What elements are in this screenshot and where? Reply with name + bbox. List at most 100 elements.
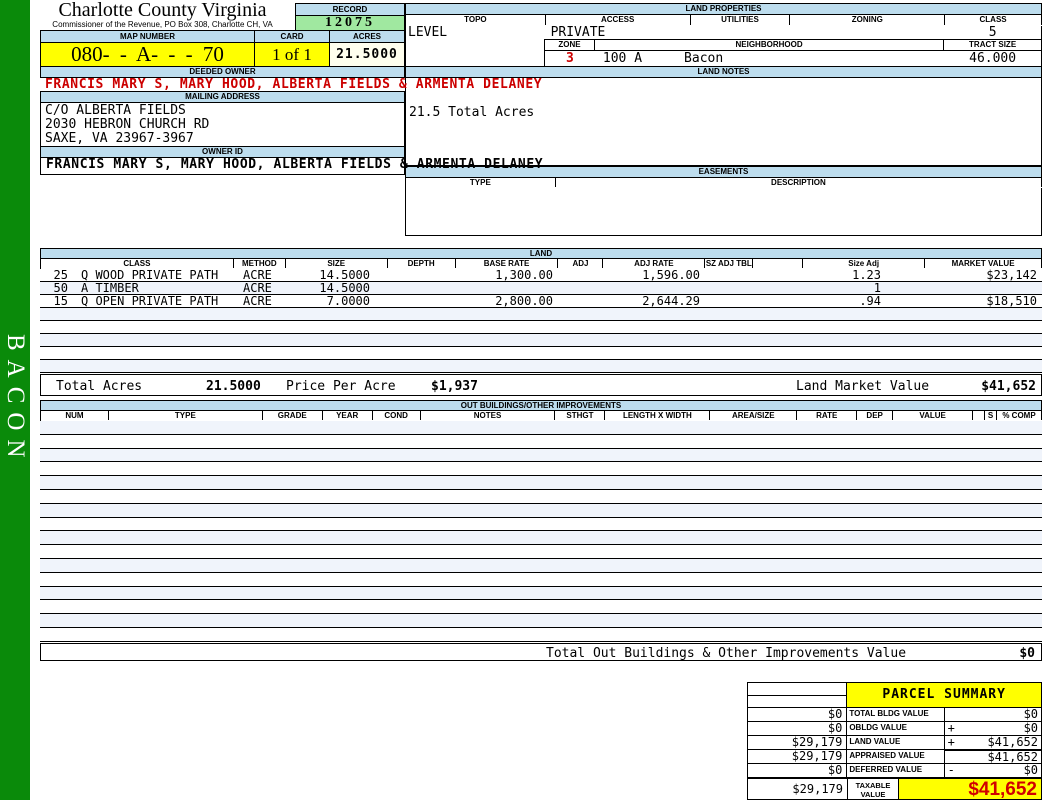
col-adj: ADJ (558, 258, 604, 268)
parcel-left-value: $29,179 (748, 736, 848, 749)
land-table: LAND CLASS METHOD SIZE DEPTH BASE RATE A… (40, 248, 1042, 396)
land-class: A TIMBER (81, 281, 139, 295)
land-market-value: $23,142 (986, 268, 1037, 282)
land-properties-headers: TOPO ACCESS UTILITIES ZONING CLASS (405, 14, 1042, 26)
land-note: 21.5 Total Acres (409, 105, 535, 120)
parcel-left-value: $0 (748, 764, 848, 777)
parcel-row-appraised: $29,179 APPRAISED VALUE $41,652 (748, 749, 1042, 764)
easements-headers: TYPE DESCRIPTION (405, 177, 1042, 188)
land-row-empty (40, 360, 1042, 373)
easement-type-label: TYPE (406, 177, 556, 187)
parcel-op: + (947, 735, 955, 749)
out-building-row-empty (40, 614, 1042, 628)
land-totals-row: Total Acres 21.5000 Price Per Acre $1,93… (40, 374, 1042, 396)
land-depth (387, 269, 455, 281)
map-number-value: 080- - A- - - 70 (40, 42, 255, 67)
out-building-row-empty (40, 421, 1042, 435)
out-building-row-empty (40, 586, 1042, 601)
out-building-row-empty (40, 573, 1042, 587)
address-line: SAXE, VA 23967-3967 (45, 131, 194, 146)
land-base-rate: 1,300.00 (495, 268, 553, 282)
col-grade: GRADE (262, 410, 323, 420)
parcel-left-value: $0 (748, 722, 848, 735)
neighborhood-code: 100 A (602, 51, 643, 66)
tract-size-value: 46.000 (969, 51, 1017, 66)
col-dep: DEP (857, 410, 894, 420)
land-size: 14.5000 (319, 268, 370, 282)
parcel-op: - (947, 763, 955, 777)
zoning-label: ZONING (790, 14, 946, 25)
owner-panel: MAP NUMBER CARD ACRES 080- - A- - - 70 1… (40, 30, 544, 175)
col-type: TYPE (108, 410, 263, 420)
out-building-row-empty (40, 558, 1042, 573)
col-notes: NOTES (420, 410, 556, 420)
land-row-empty (40, 347, 1042, 360)
land-depth (387, 282, 455, 294)
land-adj (558, 282, 603, 294)
col-blank (973, 410, 986, 420)
taxable-label: TAXABLE VALUE (848, 779, 899, 799)
parcel-row-total-bldg: $0 TOTAL BLDG VALUE $0 (748, 707, 1041, 721)
col-cond: COND (372, 410, 421, 420)
col-length-width: LENGTH X WIDTH (605, 410, 711, 420)
parcel-op: + (947, 721, 955, 735)
land-sz-adj-tbl (705, 295, 753, 307)
zone-label: ZONE (545, 40, 595, 50)
neighborhood-label: NEIGHBORHOOD (594, 40, 945, 50)
parcel-summary-header-left (748, 683, 848, 707)
zone-value: 3 (566, 51, 574, 66)
land-method: ACRE (243, 294, 272, 308)
price-per-acre-label: Price Per Acre (286, 379, 396, 394)
out-building-row-empty (40, 503, 1042, 518)
out-building-row-empty (40, 435, 1042, 449)
deeded-owner-value: FRANCIS MARY S, MARY HOOD, ALBERTA FIELD… (45, 77, 543, 92)
col-year: YEAR (322, 410, 373, 420)
parcel-row-label: LAND VALUE (847, 736, 945, 749)
land-sz-adj-tbl (705, 282, 753, 294)
land-class-num: 50 (53, 281, 68, 295)
land-size: 7.0000 (326, 294, 370, 308)
out-buildings-table: OUT BUILDINGS/OTHER IMPROVEMENTS NUM TYP… (40, 400, 1042, 661)
parcel-row-land: $29,179 LAND VALUE + $41,652 (748, 735, 1041, 749)
card-value: 1 of 1 (255, 42, 330, 67)
col-pct-comp: % COMP (997, 410, 1042, 420)
land-depth (387, 295, 455, 307)
land-adj (558, 269, 603, 281)
total-acres-label: Total Acres (56, 379, 143, 394)
zoning-value (790, 26, 945, 39)
parcel-row-label: TOTAL BLDG VALUE (847, 708, 945, 721)
parcel-summary-title: PARCEL SUMMARY (847, 683, 1041, 707)
parcel-row-obldg: $0 OBLDG VALUE + $0 (748, 721, 1041, 735)
land-adj (558, 295, 603, 307)
parcel-summary-header: PARCEL SUMMARY (748, 683, 1041, 707)
land-size-adj: .94 (859, 294, 881, 308)
property-record-card: BACON Charlotte County Virginia Commissi… (0, 0, 1050, 800)
out-building-row-empty (40, 531, 1042, 546)
parcel-right-value: $41,652 (974, 749, 1042, 764)
taxable-left-value: $29,179 (748, 779, 848, 799)
taxable-value: $41,652 (899, 779, 1041, 800)
col-value: VALUE (893, 410, 974, 420)
sidebar: BACON (0, 0, 30, 800)
land-row-empty (40, 308, 1042, 321)
parcel-row-deferred: $0 DEFERRED VALUE - $0 (748, 763, 1041, 777)
out-buildings-total-value: $0 (1019, 645, 1035, 661)
parcel-op (945, 708, 975, 721)
out-building-row-empty (40, 490, 1042, 504)
address-line: 2030 HEBRON CHURCH RD (45, 117, 210, 132)
topo-value: LEVEL (408, 25, 448, 40)
parcel-left-value: $0 (748, 708, 848, 721)
land-class: Q WOOD PRIVATE PATH (81, 268, 219, 282)
col-s: S (985, 410, 998, 420)
tract-size-label: TRACT SIZE (944, 40, 1041, 50)
zone-values: 3 100 A Bacon 46.000 (545, 51, 1041, 67)
parcel-right-value: $0 (1023, 707, 1039, 721)
topo-label: TOPO (406, 14, 546, 25)
owner-id-value: FRANCIS MARY S, MARY HOOD, ALBERTA FIELD… (46, 157, 544, 172)
land-row-empty (40, 334, 1042, 347)
col-area-size: AREA/SIZE (710, 410, 798, 420)
land-adj-rate: 1,596.00 (642, 268, 700, 282)
out-building-row-empty (40, 462, 1042, 477)
easement-description-label: DESCRIPTION (555, 177, 1042, 187)
parcel-row-label: DEFERRED VALUE (847, 764, 945, 777)
